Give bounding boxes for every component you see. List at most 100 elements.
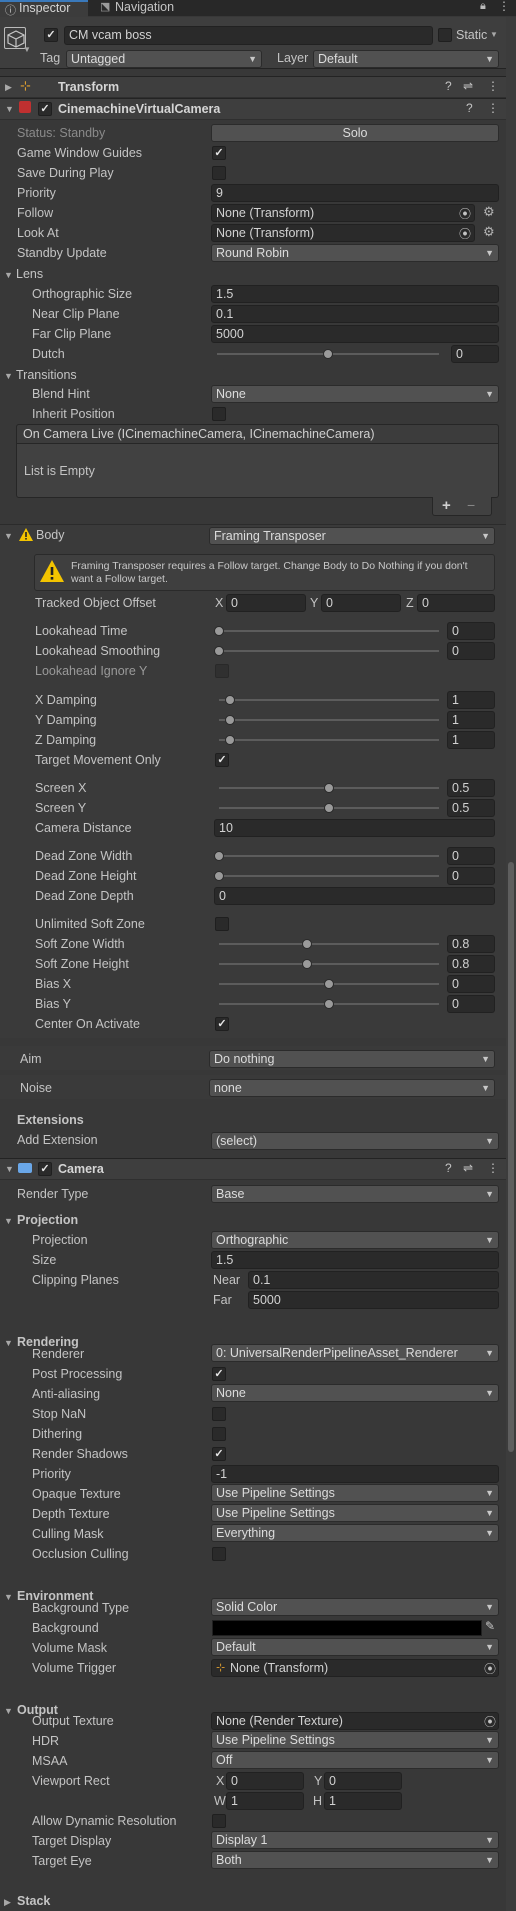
object-picker-icon[interactable]: ⦿ [459, 225, 471, 242]
cvc-enabled-toggle[interactable]: ✓ [38, 102, 52, 116]
follow-field[interactable]: None (Transform) [211, 204, 475, 222]
slider-knob[interactable] [324, 783, 334, 793]
soft-zone-height-field[interactable]: 0.8 [447, 955, 495, 973]
slider-knob[interactable] [214, 851, 224, 861]
background-type-dropdown[interactable]: Solid Color ▼ [211, 1598, 499, 1616]
object-picker-icon[interactable]: ⦿ [484, 1713, 496, 1730]
body-dropdown[interactable]: Framing Transposer ▼ [209, 527, 495, 545]
collapse-triangle-icon[interactable]: ▼ [5, 1164, 14, 1174]
z-damping-slider[interactable] [214, 732, 444, 748]
x-damping-field[interactable]: 1 [447, 691, 495, 709]
inherit-position-checkbox[interactable] [212, 407, 226, 421]
hdr-dropdown[interactable]: Use Pipeline Settings ▼ [211, 1731, 499, 1749]
component-menu-icon[interactable]: ⋮ [487, 79, 499, 93]
background-color-swatch[interactable] [212, 1620, 482, 1636]
slider-track[interactable] [219, 739, 439, 741]
tab-inspector[interactable]: ⓘ Inspector [0, 0, 88, 17]
lens-foldout-icon[interactable]: ▼ [4, 270, 13, 280]
target-movement-checkbox[interactable]: ✓ [215, 753, 229, 767]
slider-track[interactable] [219, 650, 439, 652]
post-processing-checkbox[interactable]: ✓ [212, 1367, 226, 1381]
game-window-guides-checkbox[interactable]: ✓ [212, 146, 226, 160]
volume-trigger-field[interactable]: ⊹ None (Transform) [211, 1659, 499, 1677]
near-clip-field[interactable]: 0.1 [211, 305, 499, 323]
object-name-field[interactable]: CM vcam boss [64, 26, 433, 45]
transitions-foldout-icon[interactable]: ▼ [4, 371, 13, 381]
render-type-dropdown[interactable]: Base ▼ [211, 1185, 499, 1203]
help-icon[interactable]: ? [445, 79, 452, 93]
lookahead-time-field[interactable]: 0 [447, 622, 495, 640]
slider-track[interactable] [219, 875, 439, 877]
eyedropper-icon[interactable]: ✎ [485, 1619, 495, 1633]
slider-knob[interactable] [324, 999, 334, 1009]
slider-knob[interactable] [214, 646, 224, 656]
layer-dropdown[interactable]: Default ▼ [313, 50, 499, 68]
unlimited-soft-zone-checkbox[interactable] [215, 917, 229, 931]
bias-y-field[interactable]: 0 [447, 995, 495, 1013]
object-picker-icon[interactable]: ⦿ [459, 205, 471, 222]
noise-dropdown[interactable]: none ▼ [209, 1079, 495, 1097]
y-damping-slider[interactable] [214, 712, 444, 728]
blend-hint-dropdown[interactable]: None ▼ [211, 385, 499, 403]
static-toggle[interactable] [438, 28, 452, 42]
opaque-texture-dropdown[interactable]: Use Pipeline Settings ▼ [211, 1484, 499, 1502]
slider-knob[interactable] [214, 871, 224, 881]
slider-track[interactable] [219, 699, 439, 701]
target-eye-dropdown[interactable]: Both ▼ [211, 1851, 499, 1869]
lookahead-time-slider[interactable] [214, 623, 444, 639]
viewport-w-field[interactable]: 1 [226, 1792, 304, 1810]
component-menu-icon[interactable]: ⋮ [487, 101, 499, 115]
bias-x-field[interactable]: 0 [447, 975, 495, 993]
dead-zone-width-field[interactable]: 0 [447, 847, 495, 865]
remove-list-item-button[interactable]: − [467, 497, 475, 513]
slider-track[interactable] [219, 963, 439, 965]
standby-update-dropdown[interactable]: Round Robin ▼ [211, 244, 499, 262]
dead-zone-height-field[interactable]: 0 [447, 867, 495, 885]
body-foldout-icon[interactable]: ▼ [4, 531, 13, 541]
render-shadows-checkbox[interactable]: ✓ [212, 1447, 226, 1461]
tag-dropdown[interactable]: Untagged ▼ [66, 50, 262, 68]
depth-texture-dropdown[interactable]: Use Pipeline Settings ▼ [211, 1504, 499, 1522]
y-damping-field[interactable]: 1 [447, 711, 495, 729]
dutch-field[interactable]: 0 [451, 345, 499, 363]
slider-knob[interactable] [324, 979, 334, 989]
slider-knob[interactable] [214, 626, 224, 636]
active-toggle[interactable]: ✓ [44, 28, 58, 42]
soft-zone-height-slider[interactable] [214, 956, 444, 972]
slider-knob[interactable] [323, 349, 333, 359]
far-clip-field[interactable]: 5000 [211, 325, 499, 343]
screen-x-field[interactable]: 0.5 [447, 779, 495, 797]
slider-knob[interactable] [225, 715, 235, 725]
projection-dropdown[interactable]: Orthographic ▼ [211, 1231, 499, 1249]
offset-x-field[interactable]: 0 [226, 594, 306, 612]
offset-y-field[interactable]: 0 [321, 594, 401, 612]
size-field[interactable]: 1.5 [211, 1251, 499, 1269]
dead-zone-width-slider[interactable] [214, 848, 444, 864]
viewport-x-field[interactable]: 0 [226, 1772, 304, 1790]
help-icon[interactable]: ? [466, 101, 473, 115]
stack-foldout-icon[interactable]: ▶ [4, 1897, 11, 1908]
viewport-y-field[interactable]: 0 [324, 1772, 402, 1790]
dead-zone-depth-field[interactable]: 0 [214, 887, 495, 905]
aim-dropdown[interactable]: Do nothing ▼ [209, 1050, 495, 1068]
tab-navigation[interactable]: ⬔ Navigation [95, 0, 205, 16]
object-picker-icon[interactable]: ⦿ [484, 1660, 496, 1677]
gear-icon[interactable]: ⚙ [483, 224, 495, 240]
icon-dropdown-caret-icon[interactable]: ▼ [23, 45, 31, 54]
dutch-slider[interactable] [212, 346, 444, 362]
solo-button[interactable]: Solo [211, 124, 499, 142]
scrollbar-thumb[interactable] [508, 862, 514, 1452]
screen-x-slider[interactable] [214, 780, 444, 796]
add-extension-dropdown[interactable]: (select) ▼ [211, 1132, 499, 1150]
look-at-field[interactable]: None (Transform) [211, 224, 475, 242]
output-texture-field[interactable]: None (Render Texture) [211, 1712, 499, 1730]
renderer-dropdown[interactable]: 0: UniversalRenderPipelineAsset_Renderer… [211, 1344, 499, 1362]
output-foldout-icon[interactable]: ▼ [4, 1706, 13, 1716]
slider-knob[interactable] [225, 695, 235, 705]
slider-track[interactable] [219, 943, 439, 945]
occlusion-culling-checkbox[interactable] [212, 1547, 226, 1561]
collapse-triangle-icon[interactable]: ▼ [5, 104, 14, 114]
viewport-h-field[interactable]: 1 [324, 1792, 402, 1810]
slider-knob[interactable] [225, 735, 235, 745]
presets-icon[interactable]: ⇌ [463, 79, 473, 93]
